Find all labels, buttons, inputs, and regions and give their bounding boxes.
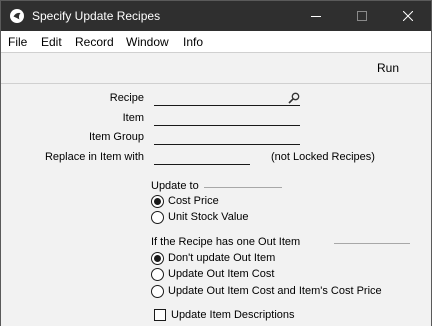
update-to-divider xyxy=(204,187,282,188)
radio-cost-price[interactable]: Cost Price xyxy=(151,194,219,208)
menu-file[interactable]: File xyxy=(8,35,27,49)
radio-unit-stock-value-indicator[interactable] xyxy=(151,210,164,224)
radio-cost-price-label: Cost Price xyxy=(168,195,219,207)
radio-update-out-item-cost[interactable]: Update Out Item Cost xyxy=(151,267,274,281)
update-to-title: Update to xyxy=(151,180,199,192)
item-group-field[interactable] xyxy=(154,131,300,145)
form-body: Recipe Item Item Group Replace in Item w… xyxy=(1,84,431,326)
maximize-button[interactable] xyxy=(339,1,385,31)
update-item-descriptions-label: Update Item Descriptions xyxy=(171,309,295,321)
radio-update-out-item-cost-and-cost-price-indicator[interactable] xyxy=(151,284,164,298)
menu-window[interactable]: Window xyxy=(126,35,169,49)
radio-update-out-item-cost-indicator[interactable] xyxy=(151,267,164,281)
run-button[interactable]: Run xyxy=(377,61,399,75)
recipe-field[interactable] xyxy=(154,92,300,106)
update-item-descriptions-box[interactable] xyxy=(154,309,166,321)
radio-dont-update-out-item-label: Don't update Out Item xyxy=(168,252,276,264)
out-item-title: If the Recipe has one Out Item xyxy=(151,236,301,248)
replace-label: Replace in Item with xyxy=(44,151,144,163)
item-label: Item xyxy=(122,112,144,124)
update-item-descriptions-checkbox[interactable]: Update Item Descriptions xyxy=(154,308,295,322)
minimize-icon xyxy=(311,16,321,17)
title-bar[interactable]: Specify Update Recipes xyxy=(1,1,431,31)
menu-edit[interactable]: Edit xyxy=(41,35,62,49)
radio-dont-update-out-item-indicator[interactable] xyxy=(151,251,164,265)
item-field[interactable] xyxy=(154,112,300,126)
window: Specify Update Recipes File Edit Record … xyxy=(0,0,432,326)
app-icon xyxy=(10,9,24,23)
maximize-icon xyxy=(357,11,367,21)
replace-note: (not Locked Recipes) xyxy=(271,151,375,163)
replace-field[interactable] xyxy=(154,151,250,165)
radio-update-out-item-cost-label: Update Out Item Cost xyxy=(168,268,275,280)
menu-bar: File Edit Record Window Info xyxy=(1,31,431,52)
toolbar: Run xyxy=(1,53,431,83)
minimize-button[interactable] xyxy=(293,1,339,31)
menu-info[interactable]: Info xyxy=(183,35,203,49)
window-title: Specify Update Recipes xyxy=(32,9,161,23)
radio-unit-stock-value[interactable]: Unit Stock Value xyxy=(151,210,249,224)
close-button[interactable] xyxy=(385,1,431,31)
radio-unit-stock-value-label: Unit Stock Value xyxy=(168,211,249,223)
close-icon xyxy=(403,11,413,21)
radio-dont-update-out-item[interactable]: Don't update Out Item xyxy=(151,251,275,265)
menu-record[interactable]: Record xyxy=(75,35,114,49)
out-item-divider xyxy=(334,243,410,244)
radio-cost-price-indicator[interactable] xyxy=(151,194,164,208)
recipe-label: Recipe xyxy=(109,92,144,104)
radio-update-out-item-cost-and-cost-price[interactable]: Update Out Item Cost and Item's Cost Pri… xyxy=(151,284,382,298)
item-group-label: Item Group xyxy=(88,131,144,143)
radio-update-out-item-cost-and-cost-price-label: Update Out Item Cost and Item's Cost Pri… xyxy=(168,285,382,297)
search-icon[interactable] xyxy=(288,92,300,104)
